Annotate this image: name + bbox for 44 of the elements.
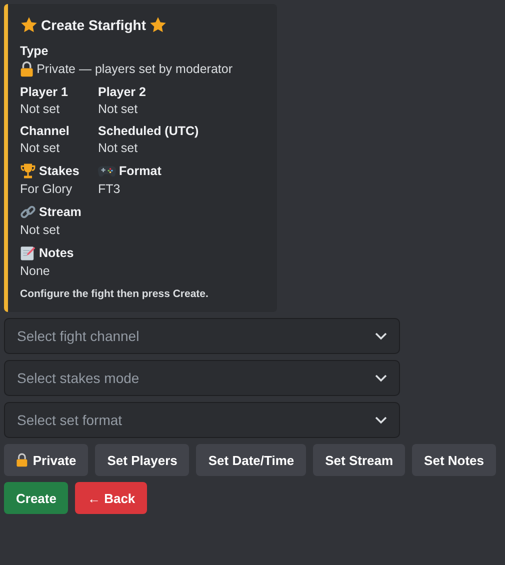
field-name: Player 2 — [98, 85, 146, 99]
field-name: Scheduled (UTC) — [98, 124, 199, 138]
field-value: Not set — [20, 223, 60, 237]
select-menu[interactable]: Select stakes mode — [4, 360, 400, 396]
field-name: Type — [20, 44, 48, 58]
field-value: None — [20, 264, 50, 278]
field-name: Notes — [39, 246, 74, 260]
action-button[interactable]: Set Stream — [313, 444, 406, 476]
field-value: For Glory — [20, 182, 72, 196]
embed-title: Create Starfight — [41, 17, 146, 33]
field-value: Not set — [20, 141, 60, 155]
field-value: FT3 — [98, 182, 120, 196]
field-name: Player 1 — [20, 85, 68, 99]
field-name: Channel — [20, 124, 70, 138]
star-icon — [149, 16, 168, 34]
lock-icon — [20, 61, 34, 77]
select-placeholder: Select set format — [17, 412, 122, 428]
chevron-down-icon — [375, 416, 387, 424]
lock-icon — [16, 453, 28, 467]
select-menu[interactable]: Select fight channel — [4, 318, 400, 354]
field-name: Stakes — [39, 164, 80, 178]
field-name: Stream — [39, 205, 82, 219]
action-button[interactable]: Create — [4, 482, 68, 514]
select-placeholder: Select stakes mode — [17, 370, 140, 386]
select-placeholder: Select fight channel — [17, 328, 140, 344]
field-name: Format — [119, 164, 162, 178]
field-value: Not set — [20, 102, 60, 116]
link-icon — [20, 204, 36, 220]
action-button[interactable]: Set Notes — [412, 444, 496, 476]
field-value: Not set — [98, 141, 138, 155]
field-value: Private — players set by moderator — [36, 62, 233, 76]
star-icon — [20, 16, 38, 34]
embed-footer: Configure the fight then press Create. — [20, 288, 265, 300]
gamepad-icon — [98, 163, 116, 179]
select-menu[interactable]: Select set format — [4, 402, 400, 438]
trophy-icon — [20, 163, 36, 179]
chevron-down-icon — [375, 374, 387, 382]
action-button[interactable]: Set Date/Time — [196, 444, 306, 476]
action-button[interactable]: ← Back — [75, 482, 148, 514]
chevron-down-icon — [375, 332, 387, 340]
memo-icon — [20, 245, 36, 261]
action-button[interactable]: Set Players — [95, 444, 190, 476]
field-value: Not set — [98, 102, 138, 116]
action-button[interactable]: Private — [4, 444, 88, 476]
